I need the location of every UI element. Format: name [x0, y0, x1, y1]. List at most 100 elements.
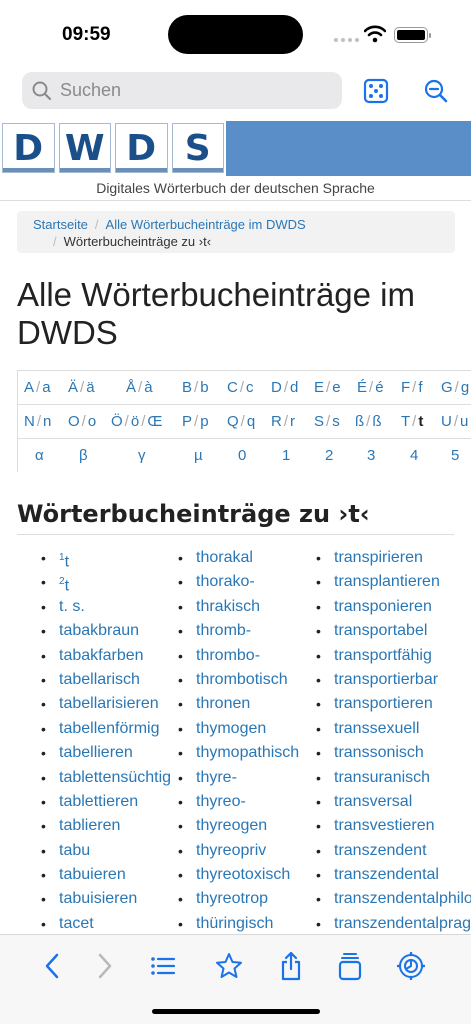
letter-link[interactable]: D / d: [271, 379, 298, 396]
entry-link[interactable]: thyre-: [178, 766, 299, 791]
letter-link[interactable]: α: [35, 447, 44, 464]
entry-link[interactable]: tablieren: [41, 814, 171, 839]
back-button[interactable]: [35, 949, 69, 983]
random-entry-button[interactable]: [361, 76, 391, 106]
entry-link[interactable]: transsonisch: [316, 741, 471, 766]
entry-link[interactable]: tabellarisch: [41, 668, 171, 693]
letter-row: N / n O / o Ö / ö / Œ P / p Q / q R / r S / s ß / ß T / t U /…: [18, 404, 471, 439]
entry-link[interactable]: thrombo-: [178, 644, 299, 669]
dice-icon: [363, 78, 389, 104]
letter-link[interactable]: Ä / ä: [68, 379, 95, 396]
search-input[interactable]: [60, 80, 320, 101]
entry-link[interactable]: thyreo-: [178, 790, 299, 815]
entry-link[interactable]: tacet: [41, 912, 171, 937]
share-button[interactable]: [274, 949, 308, 983]
letter-link[interactable]: Å / à: [126, 379, 153, 396]
entry-link[interactable]: transpirieren: [316, 546, 471, 571]
entry-link[interactable]: thymopathisch: [178, 741, 299, 766]
entry-link[interactable]: transplantieren: [316, 570, 471, 595]
letter-link[interactable]: S / s: [314, 413, 340, 430]
entry-link[interactable]: tabakfarben: [41, 644, 171, 669]
dwds-logo[interactable]: D W D S: [0, 121, 226, 176]
list-button[interactable]: [146, 949, 180, 983]
tabs-button[interactable]: [333, 949, 367, 983]
entry-link[interactable]: tabellarisieren: [41, 692, 171, 717]
entry-link[interactable]: tablettieren: [41, 790, 171, 815]
breadcrumb-home-link[interactable]: Startseite: [33, 217, 88, 232]
entry-link[interactable]: thorako-: [178, 570, 299, 595]
letter-link[interactable]: A / a: [24, 379, 51, 396]
entry-link[interactable]: 2t: [41, 570, 171, 595]
zoom-out-button[interactable]: [421, 76, 451, 106]
letter-link[interactable]: Ö / ö / Œ: [111, 413, 162, 430]
entry-link[interactable]: tabuisieren: [41, 887, 171, 912]
letter-link[interactable]: β: [79, 447, 88, 464]
entry-link[interactable]: tabellenförmig: [41, 717, 171, 742]
entry-link[interactable]: t. s.: [41, 595, 171, 620]
forward-button[interactable]: [88, 949, 122, 983]
settings-button[interactable]: [394, 949, 428, 983]
letter-link[interactable]: B / b: [182, 379, 209, 396]
entry-link[interactable]: thüringisch: [178, 912, 299, 937]
entry-link[interactable]: transzendentalprag: [316, 912, 471, 937]
letter-link[interactable]: 2: [325, 447, 333, 464]
entry-link[interactable]: transzendental: [316, 863, 471, 888]
letter-link[interactable]: 4: [410, 447, 418, 464]
entry-link[interactable]: transponieren: [316, 595, 471, 620]
entry-link[interactable]: tabu: [41, 839, 171, 864]
entry-link[interactable]: thorakal: [178, 546, 299, 571]
letter-link[interactable]: 1: [282, 447, 290, 464]
entry-link[interactable]: 1t: [41, 546, 171, 571]
letter-link[interactable]: µ: [194, 447, 203, 464]
entry-link[interactable]: thyreotoxisch: [178, 863, 299, 888]
entry-link[interactable]: transportieren: [316, 692, 471, 717]
letter-link[interactable]: P / p: [182, 413, 209, 430]
entry-link[interactable]: thronen: [178, 692, 299, 717]
entry-link[interactable]: transsexuell: [316, 717, 471, 742]
letter-link[interactable]: ß / ß: [355, 413, 382, 430]
entry-link[interactable]: transvestieren: [316, 814, 471, 839]
breadcrumb-separator: /: [94, 217, 99, 232]
letter-link[interactable]: 5: [451, 447, 459, 464]
entry-link[interactable]: transuranisch: [316, 766, 471, 791]
letter-link[interactable]: γ: [138, 447, 146, 464]
entry-link[interactable]: tabellieren: [41, 741, 171, 766]
entry-link[interactable]: transportabel: [316, 619, 471, 644]
entry-link[interactable]: transportfähig: [316, 644, 471, 669]
status-bar: 09:59: [0, 0, 471, 68]
breadcrumb-all-entries-link[interactable]: Alle Wörterbucheinträge im DWDS: [106, 217, 306, 232]
page-title: Alle Wörterbucheinträge im DWDS: [17, 276, 415, 351]
letter-link[interactable]: C / c: [227, 379, 254, 396]
bookmark-button[interactable]: [212, 949, 246, 983]
search-bar[interactable]: [22, 72, 342, 109]
entry-link[interactable]: thrakisch: [178, 595, 299, 620]
letter-link[interactable]: F / f: [401, 379, 423, 396]
entry-link[interactable]: tablettensüchtig: [41, 766, 171, 791]
letter-link[interactable]: É / é: [357, 379, 384, 396]
entry-link[interactable]: transzendentalphilo: [316, 887, 471, 912]
entry-link[interactable]: tabuieren: [41, 863, 171, 888]
letter-row: α β γ µ 0 1 2 3 4 5: [18, 438, 471, 472]
letter-link[interactable]: E / e: [314, 379, 341, 396]
divider: [17, 534, 454, 535]
entry-link[interactable]: thymogen: [178, 717, 299, 742]
letter-link[interactable]: N / n: [24, 413, 51, 430]
letter-link[interactable]: G / g: [441, 379, 469, 396]
entry-link[interactable]: tabakbraun: [41, 619, 171, 644]
letter-link[interactable]: O / o: [68, 413, 96, 430]
letter-link[interactable]: Q / q: [227, 413, 255, 430]
letter-link[interactable]: 0: [238, 447, 246, 464]
entry-link[interactable]: thyreogen: [178, 814, 299, 839]
entry-link[interactable]: transzendent: [316, 839, 471, 864]
entry-link[interactable]: thyreopriv: [178, 839, 299, 864]
entry-link[interactable]: transportierbar: [316, 668, 471, 693]
letter-link[interactable]: R / r: [271, 413, 295, 430]
entry-column: 1t 2t t. s. tabakbraun tabakfarben tabel…: [41, 546, 171, 937]
letter-link[interactable]: 3: [367, 447, 375, 464]
entry-link[interactable]: transversal: [316, 790, 471, 815]
entry-link[interactable]: thyreotrop: [178, 887, 299, 912]
letter-link[interactable]: U / u: [441, 413, 468, 430]
entry-link[interactable]: thromb-: [178, 619, 299, 644]
entry-link[interactable]: thrombotisch: [178, 668, 299, 693]
letter-link-active[interactable]: T / t: [401, 413, 423, 430]
